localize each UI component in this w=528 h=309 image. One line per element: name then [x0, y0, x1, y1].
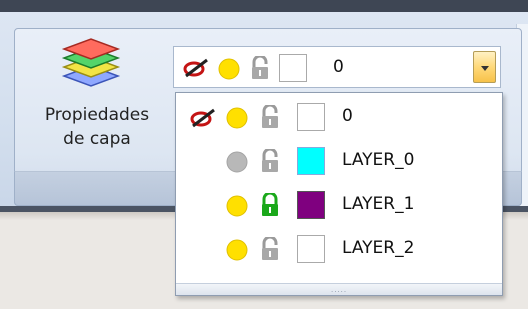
- window-top-bar: [0, 0, 528, 12]
- layer-locked-icon[interactable]: [260, 193, 280, 217]
- layer-option-LAYER_2[interactable]: LAYER_2: [176, 227, 502, 271]
- layer-unlocked-icon[interactable]: [260, 149, 280, 173]
- layer-color-swatch[interactable]: [297, 147, 325, 175]
- combo-selected-layer-name: 0: [333, 57, 344, 77]
- current-layer-pen-icon: [183, 58, 208, 78]
- layer-properties-label: Propiedades de capa: [22, 103, 172, 151]
- layer-color-swatch[interactable]: [297, 103, 325, 131]
- layer-option-LAYER_0[interactable]: LAYER_0: [176, 139, 502, 183]
- layer-color-swatch[interactable]: [297, 191, 325, 219]
- layer-option-name: LAYER_1: [342, 194, 415, 214]
- layer-option-name: LAYER_0: [342, 150, 415, 170]
- layer-on-bulb-icon[interactable]: [226, 239, 248, 261]
- layer-dropdown-list: 0 LAYER_0 LAYER_1 LAYER_2 .....: [175, 92, 503, 296]
- layer-combo-box[interactable]: 0: [173, 46, 501, 88]
- layer-unlocked-icon[interactable]: [260, 237, 280, 261]
- layer-on-bulb-icon: [218, 58, 240, 80]
- layer-properties-label-line1: Propiedades: [44, 105, 150, 125]
- layer-off-bulb-icon[interactable]: [226, 151, 248, 173]
- layer-option-name: LAYER_2: [342, 238, 415, 258]
- current-layer-pen-icon: [190, 108, 215, 128]
- layer-on-bulb-icon[interactable]: [226, 195, 248, 217]
- layer-color-swatch[interactable]: [297, 235, 325, 263]
- layer-unlocked-icon: [252, 56, 268, 79]
- layer-on-bulb-icon[interactable]: [226, 107, 248, 129]
- layer-option-LAYER_1[interactable]: LAYER_1: [176, 183, 502, 227]
- chevron-down-icon: [481, 66, 489, 71]
- layer-properties-label-line2: de capa: [63, 129, 131, 149]
- layer-color-swatch: [279, 54, 307, 82]
- grip-dots: .....: [331, 286, 348, 294]
- layer-option-name: 0: [342, 106, 353, 126]
- dropdown-resize-grip[interactable]: .....: [176, 283, 502, 295]
- combo-dropdown-button[interactable]: [473, 51, 496, 83]
- layers-stack-icon: [61, 38, 121, 87]
- layer-option-0[interactable]: 0: [176, 95, 502, 139]
- layer-unlocked-icon[interactable]: [260, 105, 280, 129]
